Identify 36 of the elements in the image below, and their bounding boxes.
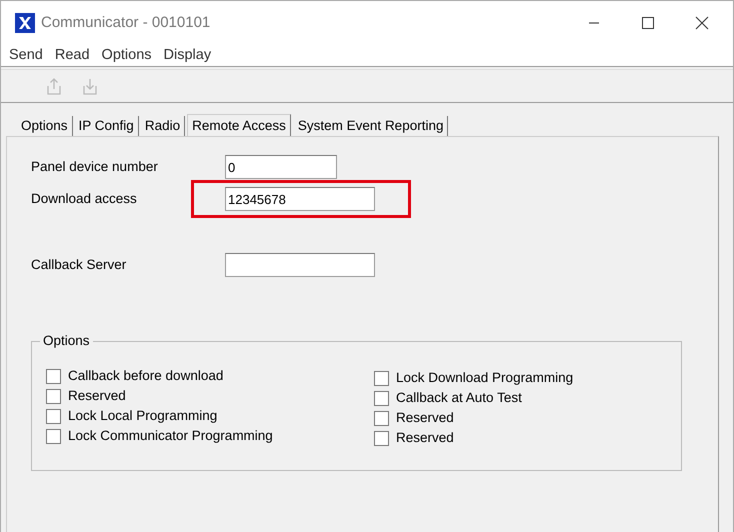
input-field[interactable]: 0: [225, 155, 337, 179]
tab[interactable]: Radio: [140, 116, 186, 136]
checkbox[interactable]: [374, 390, 389, 406]
tab[interactable]: IP Config: [74, 116, 139, 136]
menu-item[interactable]: Options: [96, 44, 158, 66]
checkbox[interactable]: [374, 430, 389, 446]
input-field[interactable]: 12345678: [225, 187, 375, 211]
checkbox-label: Reserved: [68, 386, 126, 405]
checkbox-label: Reserved: [396, 428, 454, 447]
menu-item[interactable]: Display: [158, 44, 218, 66]
field-label: Download access: [31, 190, 138, 208]
field-label: Panel device number: [31, 158, 159, 176]
app-logo-icon: [15, 13, 35, 33]
checkbox-label: Callback at Auto Test: [396, 388, 522, 407]
input-field[interactable]: [225, 253, 375, 277]
checkbox[interactable]: [46, 428, 61, 444]
checkbox[interactable]: [46, 368, 61, 384]
close-icon[interactable]: [695, 16, 709, 30]
checkbox-label: Reserved: [396, 408, 454, 427]
tab[interactable]: Remote Access: [187, 114, 291, 136]
checkbox[interactable]: [374, 370, 389, 386]
maximize-icon[interactable]: [641, 16, 655, 30]
menu-item[interactable]: Read: [48, 44, 96, 66]
window-title: Communicator - 0010101: [41, 12, 210, 33]
checkbox[interactable]: [46, 408, 61, 424]
checkbox[interactable]: [374, 410, 389, 426]
checkbox[interactable]: [46, 388, 61, 404]
checkbox-label: Lock Local Programming: [68, 406, 218, 425]
group-title: Options: [40, 333, 93, 349]
checkbox-label: Lock Communicator Programming: [68, 426, 273, 445]
field-label: Callback Server: [31, 256, 128, 274]
menu-item[interactable]: Send: [3, 44, 49, 66]
tab[interactable]: Options: [17, 116, 73, 136]
checkbox-label: Lock Download Programming: [396, 368, 574, 387]
checkbox-label: Callback before download: [68, 366, 224, 385]
tab[interactable]: System Event Reporting: [294, 116, 448, 136]
